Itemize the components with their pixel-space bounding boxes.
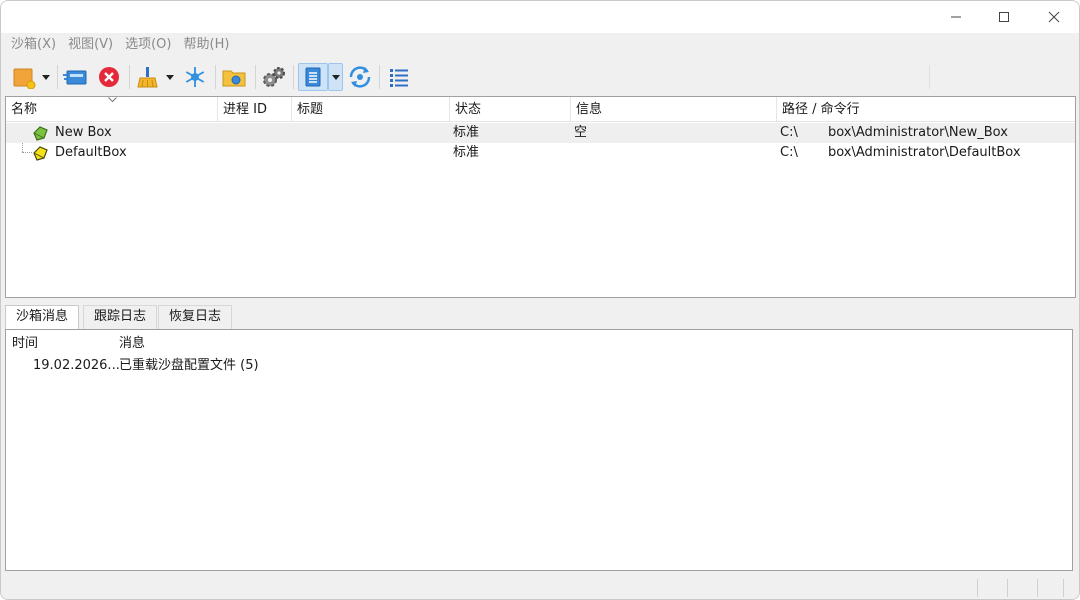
toolbar-separator	[255, 65, 256, 89]
run-button[interactable]	[61, 63, 89, 91]
status-separator	[1037, 579, 1038, 597]
maximize-button[interactable]	[981, 1, 1027, 33]
menu-help[interactable]: 帮助(H)	[178, 33, 236, 57]
explore-icon	[222, 70, 246, 87]
freeze-button[interactable]	[181, 63, 209, 91]
freeze-icon	[185, 67, 205, 87]
terminate-all-icon	[99, 67, 119, 87]
list-view-button[interactable]	[385, 63, 413, 91]
sort-indicator-icon	[108, 97, 117, 103]
table-row[interactable]: New Box 标准 空 C:\ box\Administrator\New_B…	[6, 123, 1075, 143]
column-header-info[interactable]: 信息	[571, 97, 777, 122]
list-header: 名称 进程 ID 标题 状态 信息 路径 / 命令行	[6, 97, 1075, 122]
toolbar	[1, 59, 1079, 95]
column-header-path[interactable]: 路径 / 命令行	[777, 97, 1075, 122]
column-header-label: 信息	[576, 102, 603, 117]
box-path-drive: C:\	[780, 145, 798, 160]
toolbar-separator	[293, 65, 294, 89]
message-log-panel[interactable]: 时间 消息 19.02.2026... 已重载沙盘配置文件 (5)	[5, 329, 1073, 571]
toolbar-separator	[215, 65, 216, 89]
box-name: New Box	[55, 125, 112, 140]
toolbar-separator	[379, 65, 380, 89]
box-name: DefaultBox	[55, 145, 127, 160]
tab-label: 恢复日志	[169, 309, 222, 324]
title-bar	[1, 1, 1079, 33]
view-mode-dropdown[interactable]	[328, 63, 343, 91]
status-separator	[977, 579, 978, 597]
column-header-label: 状态	[455, 102, 482, 117]
log-tabs: 沙箱消息 跟踪日志 恢复日志	[5, 305, 405, 330]
box-path: box\Administrator\New_Box	[828, 125, 1008, 140]
minimize-button[interactable]	[933, 1, 979, 33]
tab-label: 跟踪日志	[94, 309, 147, 324]
toolbar-separator	[57, 65, 58, 89]
app-window: 沙箱(X) 视图(V) 选项(O) 帮助(H) 名称 进程 ID 标题 状态 信…	[0, 0, 1080, 600]
view-mode-button[interactable]	[298, 63, 328, 91]
box-status: 标准	[453, 145, 480, 160]
new-box-dropdown[interactable]	[39, 63, 53, 91]
clean-up-button[interactable]	[133, 63, 161, 91]
view-mode-icon	[305, 67, 321, 87]
column-header-label: 进程 ID	[223, 102, 267, 117]
column-header-label: 名称	[11, 102, 38, 117]
list-item[interactable]: 19.02.2026... 已重载沙盘配置文件 (5)	[6, 356, 1072, 376]
settings-icon	[263, 67, 285, 87]
toolbar-separator	[929, 65, 930, 89]
refresh-button[interactable]	[345, 63, 375, 91]
column-header-title[interactable]: 标题	[292, 97, 450, 122]
explore-button[interactable]	[219, 63, 249, 91]
dropdown-arrow-icon	[166, 74, 174, 80]
close-icon	[1048, 11, 1060, 23]
log-time: 19.02.2026...	[33, 358, 120, 373]
refresh-icon	[349, 66, 371, 88]
maximize-icon	[999, 12, 1009, 22]
column-header-status[interactable]: 状态	[450, 97, 571, 122]
tab-recovery-log[interactable]: 恢复日志	[158, 305, 233, 329]
dropdown-arrow-icon	[331, 74, 340, 80]
box-green-icon	[33, 126, 48, 141]
tab-sandbox-messages[interactable]: 沙箱消息	[5, 305, 80, 330]
menu-options[interactable]: 选项(O)	[119, 33, 177, 57]
menu-bar: 沙箱(X) 视图(V) 选项(O) 帮助(H)	[1, 33, 1079, 57]
minimize-icon	[951, 16, 961, 18]
box-info: 空	[574, 125, 588, 140]
box-path-drive: C:\	[780, 125, 798, 140]
list-view-icon	[390, 69, 408, 87]
log-column-message[interactable]: 消息	[119, 334, 145, 354]
box-path: box\Administrator\DefaultBox	[828, 145, 1021, 160]
box-status: 标准	[453, 125, 480, 140]
box-yellow-icon	[33, 146, 48, 161]
table-row[interactable]: DefaultBox 标准 C:\ box\Administrator\Defa…	[6, 143, 1075, 163]
tab-label: 沙箱消息	[16, 309, 69, 324]
close-button[interactable]	[1031, 1, 1077, 33]
sandbox-list[interactable]: 名称 进程 ID 标题 状态 信息 路径 / 命令行 New Box 标准 空 …	[5, 96, 1076, 298]
tab-trace-log[interactable]: 跟踪日志	[83, 305, 158, 329]
run-icon	[63, 70, 87, 85]
menu-view[interactable]: 视图(V)	[62, 33, 119, 57]
status-separator	[1063, 579, 1064, 597]
new-box-button[interactable]	[11, 63, 37, 91]
settings-button[interactable]	[259, 63, 289, 91]
terminate-all-button[interactable]	[95, 63, 123, 91]
column-header-label: 路径 / 命令行	[782, 102, 860, 117]
log-column-time[interactable]: 时间	[12, 334, 38, 354]
dropdown-arrow-icon	[42, 74, 50, 80]
column-header-label: 标题	[297, 102, 324, 117]
clean-up-icon	[137, 67, 158, 88]
new-box-icon	[13, 68, 36, 89]
log-message: 已重载沙盘配置文件 (5)	[119, 358, 259, 373]
status-bar	[1, 575, 1079, 599]
toolbar-separator	[129, 65, 130, 89]
status-separator	[1007, 579, 1008, 597]
column-header-pid[interactable]: 进程 ID	[218, 97, 292, 122]
clean-up-dropdown[interactable]	[163, 63, 177, 91]
menu-sandbox[interactable]: 沙箱(X)	[5, 33, 62, 57]
